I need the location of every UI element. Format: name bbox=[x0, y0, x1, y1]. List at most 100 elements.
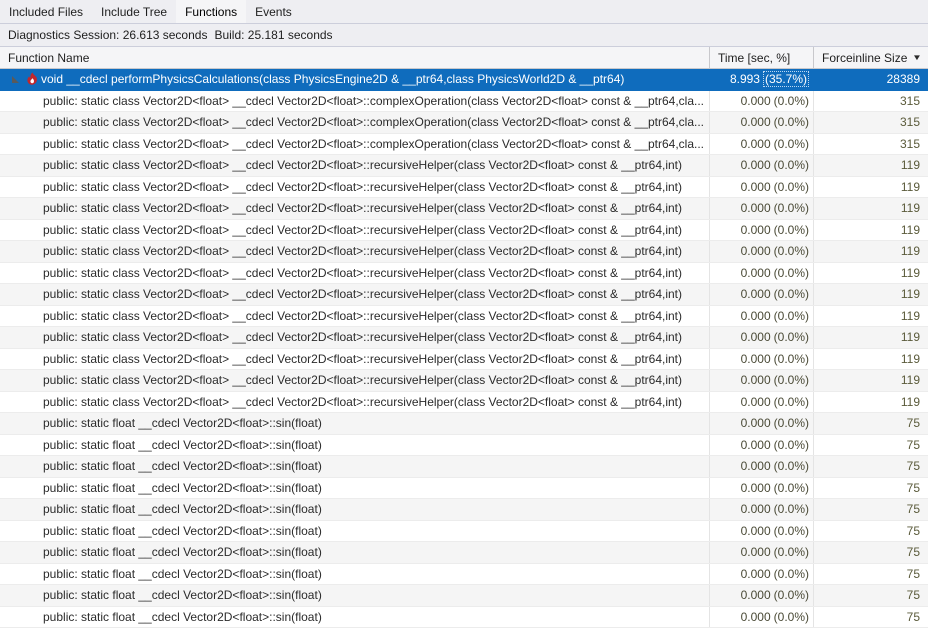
function-name-text: public: static class Vector2D<float> __c… bbox=[8, 309, 682, 323]
tab-label: Included Files bbox=[9, 5, 83, 19]
function-name-text: public: static float __cdecl Vector2D<fl… bbox=[8, 588, 322, 602]
forceinline-size-value: 119 bbox=[901, 158, 920, 172]
time-percent-value: (0.0%) bbox=[774, 266, 809, 280]
function-name-text: public: static class Vector2D<float> __c… bbox=[8, 395, 682, 409]
grid-body: void __cdecl performPhysicsCalculations(… bbox=[0, 69, 928, 637]
cell-forceinline-size: 315 bbox=[813, 112, 928, 133]
cell-time: 0.000(0.0%) bbox=[709, 91, 813, 112]
tab-label: Include Tree bbox=[101, 5, 167, 19]
time-seconds-value: 0.000 bbox=[741, 115, 771, 129]
cell-time: 0.000(0.0%) bbox=[709, 370, 813, 391]
function-name-text: public: static float __cdecl Vector2D<fl… bbox=[8, 459, 322, 473]
forceinline-size-value: 119 bbox=[901, 373, 920, 387]
cell-function-name: public: static class Vector2D<float> __c… bbox=[0, 306, 709, 327]
function-name-text: public: static float __cdecl Vector2D<fl… bbox=[8, 438, 322, 452]
table-row[interactable]: public: static class Vector2D<float> __c… bbox=[0, 241, 928, 263]
function-name-text: public: static class Vector2D<float> __c… bbox=[8, 373, 682, 387]
cell-function-name: public: static class Vector2D<float> __c… bbox=[0, 134, 709, 155]
cell-forceinline-size: 315 bbox=[813, 91, 928, 112]
hot-path-flame-icon bbox=[23, 72, 41, 86]
cell-function-name: public: static class Vector2D<float> __c… bbox=[0, 177, 709, 198]
cell-time: 0.000(0.0%) bbox=[709, 392, 813, 413]
table-row[interactable]: public: static class Vector2D<float> __c… bbox=[0, 220, 928, 242]
table-row[interactable]: public: static float __cdecl Vector2D<fl… bbox=[0, 521, 928, 543]
table-row[interactable]: public: static class Vector2D<float> __c… bbox=[0, 177, 928, 199]
cell-forceinline-size: 28389 bbox=[813, 69, 928, 90]
table-row[interactable]: public: static class Vector2D<float> __c… bbox=[0, 392, 928, 414]
table-row[interactable]: public: static float __cdecl Vector2D<fl… bbox=[0, 499, 928, 521]
time-percent-value: (0.0%) bbox=[774, 395, 809, 409]
table-row[interactable]: void __cdecl performPhysicsCalculations(… bbox=[0, 69, 928, 91]
tab-label: Functions bbox=[185, 5, 237, 19]
time-percent-value: (0.0%) bbox=[774, 524, 809, 538]
function-name-text: public: static float __cdecl Vector2D<fl… bbox=[8, 524, 322, 538]
table-row[interactable]: public: static class Vector2D<float> __c… bbox=[0, 112, 928, 134]
cell-forceinline-size: 75 bbox=[813, 456, 928, 477]
tab-included-files[interactable]: Included Files bbox=[0, 0, 92, 23]
diagnostics-session-label: Diagnostics Session: 26.613 seconds bbox=[8, 28, 207, 42]
expand-collapse-triangle-icon[interactable] bbox=[8, 75, 23, 84]
table-row[interactable]: public: static float __cdecl Vector2D<fl… bbox=[0, 456, 928, 478]
table-row[interactable]: public: static class Vector2D<float> __c… bbox=[0, 91, 928, 113]
table-row[interactable]: public: static class Vector2D<float> __c… bbox=[0, 327, 928, 349]
sort-descending-icon[interactable]: ▼ bbox=[912, 54, 922, 62]
forceinline-size-value: 75 bbox=[907, 545, 920, 559]
table-row[interactable]: public: static class Vector2D<float> __c… bbox=[0, 155, 928, 177]
tab-functions[interactable]: Functions bbox=[176, 0, 246, 23]
function-name-text: public: static float __cdecl Vector2D<fl… bbox=[8, 481, 322, 495]
cell-forceinline-size: 119 bbox=[813, 241, 928, 262]
diagnostics-status-bar: Diagnostics Session: 26.613 seconds Buil… bbox=[0, 24, 928, 47]
table-row[interactable]: public: static class Vector2D<float> __c… bbox=[0, 134, 928, 156]
table-row[interactable]: public: static class Vector2D<float> __c… bbox=[0, 349, 928, 371]
time-seconds-value: 0.000 bbox=[741, 180, 771, 194]
time-percent-value: (0.0%) bbox=[774, 610, 809, 624]
table-row[interactable]: public: static class Vector2D<float> __c… bbox=[0, 198, 928, 220]
table-row[interactable]: public: static float __cdecl Vector2D<fl… bbox=[0, 478, 928, 500]
cell-function-name: public: static class Vector2D<float> __c… bbox=[0, 349, 709, 370]
forceinline-size-value: 119 bbox=[901, 395, 920, 409]
function-name-text: public: static class Vector2D<float> __c… bbox=[8, 158, 682, 172]
cell-time: 0.000(0.0%) bbox=[709, 607, 813, 628]
table-row[interactable]: public: static float __cdecl Vector2D<fl… bbox=[0, 585, 928, 607]
tab-include-tree[interactable]: Include Tree bbox=[92, 0, 176, 23]
function-name-text: public: static float __cdecl Vector2D<fl… bbox=[8, 545, 322, 559]
cell-function-name: public: static float __cdecl Vector2D<fl… bbox=[0, 435, 709, 456]
time-seconds-value: 0.000 bbox=[741, 201, 771, 215]
table-row[interactable]: public: static float __cdecl Vector2D<fl… bbox=[0, 607, 928, 629]
column-header-time[interactable]: Time [sec, %] bbox=[709, 47, 813, 68]
function-name-text: public: static class Vector2D<float> __c… bbox=[8, 223, 682, 237]
cell-time: 0.000(0.0%) bbox=[709, 220, 813, 241]
table-row[interactable]: public: static float __cdecl Vector2D<fl… bbox=[0, 413, 928, 435]
table-row[interactable]: public: static float __cdecl Vector2D<fl… bbox=[0, 435, 928, 457]
time-seconds-value: 0.000 bbox=[741, 352, 771, 366]
table-row[interactable]: public: static float __cdecl Vector2D<fl… bbox=[0, 542, 928, 564]
cell-time: 0.000(0.0%) bbox=[709, 585, 813, 606]
cell-forceinline-size: 119 bbox=[813, 284, 928, 305]
column-header-forceinline-size[interactable]: Forceinline Size ▼ bbox=[813, 47, 928, 68]
table-row[interactable]: public: static class Vector2D<float> __c… bbox=[0, 263, 928, 285]
cell-forceinline-size: 315 bbox=[813, 134, 928, 155]
cell-forceinline-size: 75 bbox=[813, 521, 928, 542]
function-name-text: public: static float __cdecl Vector2D<fl… bbox=[8, 567, 322, 581]
tab-bar: Included Files Include Tree Functions Event… bbox=[0, 0, 928, 24]
cell-function-name: public: static class Vector2D<float> __c… bbox=[0, 284, 709, 305]
table-row[interactable]: public: static class Vector2D<float> __c… bbox=[0, 306, 928, 328]
functions-grid: Function Name Time [sec, %] Forceinline … bbox=[0, 47, 928, 637]
grid-header-row: Function Name Time [sec, %] Forceinline … bbox=[0, 47, 928, 69]
time-seconds-value: 0.000 bbox=[741, 244, 771, 258]
table-row[interactable]: public: static class Vector2D<float> __c… bbox=[0, 370, 928, 392]
cell-time: 0.000(0.0%) bbox=[709, 564, 813, 585]
forceinline-size-value: 75 bbox=[907, 567, 920, 581]
tab-events[interactable]: Events bbox=[246, 0, 301, 23]
function-name-text: public: static class Vector2D<float> __c… bbox=[8, 115, 704, 129]
time-percent-value: (0.0%) bbox=[774, 481, 809, 495]
cell-function-name: public: static class Vector2D<float> __c… bbox=[0, 370, 709, 391]
table-row[interactable]: public: static float __cdecl Vector2D<fl… bbox=[0, 564, 928, 586]
time-percent-value: (0.0%) bbox=[774, 287, 809, 301]
cell-forceinline-size: 119 bbox=[813, 327, 928, 348]
column-header-function-name[interactable]: Function Name bbox=[0, 47, 709, 68]
cell-time: 0.000(0.0%) bbox=[709, 456, 813, 477]
forceinline-size-value: 315 bbox=[900, 94, 920, 108]
function-name-text: public: static class Vector2D<float> __c… bbox=[8, 266, 682, 280]
table-row[interactable]: public: static class Vector2D<float> __c… bbox=[0, 284, 928, 306]
